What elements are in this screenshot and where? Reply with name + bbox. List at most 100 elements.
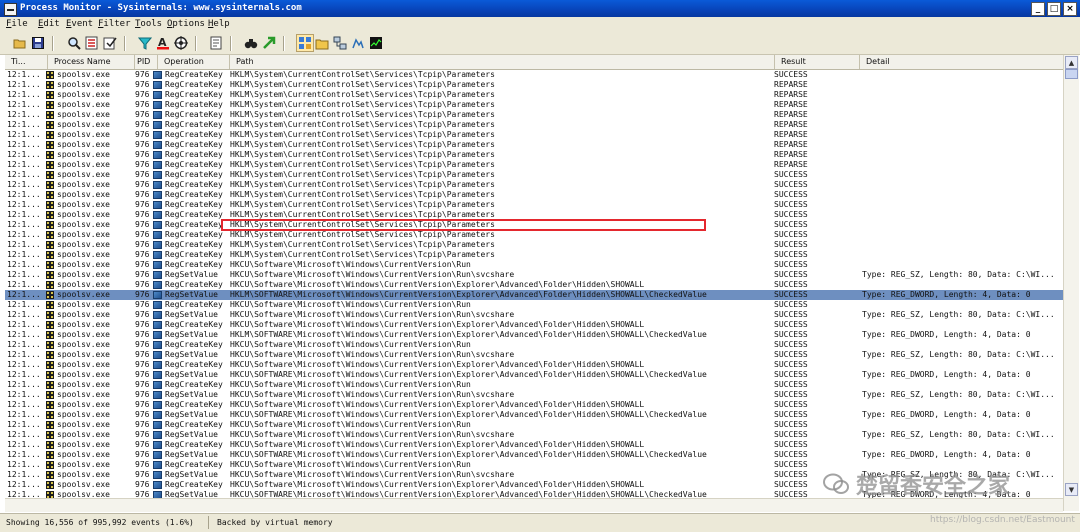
table-row[interactable]: 12:1... spoolsv.exe 976 RegCreateKey HKLM\Sy… [5,80,1063,90]
column-pid[interactable]: PID [135,55,158,69]
detail-cell: Type: REG_SZ, Length: 80, Data: C:\WI... [862,390,1055,399]
table-row[interactable]: 12:1... spoolsv.exe 976 RegCreateKey HKCU\So… [5,420,1063,430]
table-row[interactable]: 12:1... spoolsv.exe 976 RegCreateKey HKLM\Sy… [5,180,1063,190]
process-name-cell: spoolsv.exe [57,100,110,109]
horizontal-scrollbar[interactable] [5,498,1063,512]
table-row[interactable]: 12:1... spoolsv.exe 976 RegCreateKey HKCU\So… [5,300,1063,310]
clear-icon[interactable] [102,35,118,51]
process-icon [46,91,54,99]
close-button[interactable]: × [1063,2,1077,16]
column-path[interactable]: Path [230,55,775,69]
menu-help[interactable]: Help [208,19,230,29]
table-row[interactable]: 12:1... spoolsv.exe 976 RegCreateKey HKLM\Sy… [5,140,1063,150]
menu-options[interactable]: Options [167,19,205,29]
menu-filter[interactable]: Filter [98,19,131,29]
profiling-icon[interactable] [368,35,384,51]
autoscroll-icon[interactable] [84,35,100,51]
scroll-up-button[interactable]: ▲ [1065,56,1078,69]
table-row[interactable]: 12:1... spoolsv.exe 976 RegCreateKey HKLM\Sy… [5,250,1063,260]
scroll-thumb[interactable] [1065,69,1078,79]
table-row[interactable]: 12:1... spoolsv.exe 976 RegCreateKey HKCU\So… [5,320,1063,330]
column-detail[interactable]: Detail [860,55,1063,69]
column-operation[interactable]: Operation [158,55,230,69]
menu-file[interactable]: File [6,19,28,29]
save-icon[interactable] [30,35,46,51]
path-cell: HKLM\System\CurrentControlSet\Services\T… [230,230,495,239]
table-row[interactable]: 12:1... spoolsv.exe 976 RegCreateKey HKLM\Sy… [5,200,1063,210]
table-row[interactable]: 12:1... spoolsv.exe 976 RegSetValue HKCU\SOF… [5,410,1063,420]
table-row[interactable]: 12:1... spoolsv.exe 976 RegCreateKey HKCU\So… [5,440,1063,450]
path-cell: HKLM\System\CurrentControlSet\Services\T… [230,70,495,79]
table-row[interactable]: 12:1... spoolsv.exe 976 RegCreateKey HKLM\Sy… [5,120,1063,130]
registry-activity-icon[interactable] [296,34,314,52]
operation-cell: RegSetValue [165,350,218,359]
detail-cell [862,300,1062,310]
open-icon[interactable] [12,35,28,51]
table-row[interactable]: 12:1... spoolsv.exe 976 RegCreateKey HKCU\So… [5,400,1063,410]
result-cell: SUCCESS [774,250,808,259]
tree-icon[interactable] [208,35,224,51]
minimize-button[interactable]: _ [1031,2,1045,16]
operation-cell: RegCreateKey [165,460,223,469]
table-row[interactable]: 12:1... spoolsv.exe 976 RegCreateKey HKCU\So… [5,380,1063,390]
registry-key-icon [153,451,162,459]
table-row[interactable]: 12:1... spoolsv.exe 976 RegCreateKey HKLM\Sy… [5,110,1063,120]
pid-cell: 976 [135,420,149,429]
table-row[interactable]: 12:1... spoolsv.exe 976 RegCreateKey HKLM\Sy… [5,170,1063,180]
operation-cell: RegCreateKey [165,90,223,99]
column-time[interactable]: Ti... [5,55,48,69]
file-activity-icon[interactable] [314,35,330,51]
table-row[interactable]: 12:1... spoolsv.exe 976 RegSetValue HKCU\Sof… [5,270,1063,280]
column-process-name[interactable]: Process Name [48,55,135,69]
table-row[interactable]: 12:1... spoolsv.exe 976 RegCreateKey HKLM\Sy… [5,130,1063,140]
table-row[interactable]: 12:1... spoolsv.exe 976 RegCreateKey HKLM\Sy… [5,230,1063,240]
table-row[interactable]: 12:1... spoolsv.exe 976 RegCreateKey HKLM\Sy… [5,190,1063,200]
network-activity-icon[interactable] [332,35,348,51]
process-name-cell: spoolsv.exe [57,120,110,129]
table-row[interactable]: 12:1... spoolsv.exe 976 RegSetValue HKCU\Sof… [5,350,1063,360]
table-row[interactable]: 12:1... spoolsv.exe 976 RegCreateKey HKCU\So… [5,260,1063,270]
operation-cell: RegCreateKey [165,160,223,169]
find-icon[interactable] [243,35,259,51]
table-row[interactable]: 12:1... spoolsv.exe 976 RegSetValue HKCU\Sof… [5,390,1063,400]
table-row[interactable]: 12:1... spoolsv.exe 976 RegCreateKey HKLM\Sy… [5,100,1063,110]
process-name-cell: spoolsv.exe [57,450,110,459]
registry-key-icon [153,211,162,219]
table-row[interactable]: 12:1... spoolsv.exe 976 RegSetValue HKCU\Sof… [5,430,1063,440]
jump-icon[interactable] [261,35,277,51]
table-row[interactable]: 12:1... spoolsv.exe 976 RegSetValue HKCU\SOF… [5,450,1063,460]
process-name-cell: spoolsv.exe [57,230,110,239]
menu-tools[interactable]: Tools [135,19,162,29]
table-row[interactable]: 12:1... spoolsv.exe 976 RegCreateKey HKLM\Sy… [5,150,1063,160]
target-icon[interactable] [173,35,189,51]
table-row[interactable]: 12:1... spoolsv.exe 976 RegCreateKey HKLM\Sy… [5,160,1063,170]
table-row[interactable]: 12:1... spoolsv.exe 976 RegCreateKey HKCU\So… [5,340,1063,350]
table-row[interactable]: 12:1... spoolsv.exe 976 RegCreateKey HKLM\Sy… [5,70,1063,80]
menu-edit[interactable]: Edit [38,19,60,29]
process-activity-icon[interactable] [350,35,366,51]
result-cell: SUCCESS [774,280,808,289]
table-row[interactable]: 12:1... spoolsv.exe 976 RegCreateKey HKCU\So… [5,360,1063,370]
table-row[interactable]: 12:1... spoolsv.exe 976 RegSetValue HKCU\Sof… [5,310,1063,320]
operation-cell: RegCreateKey [165,170,223,179]
time-cell: 12:1... [7,450,41,459]
path-cell: HKCU\Software\Microsoft\Windows\CurrentV… [230,400,645,409]
table-row[interactable]: 12:1... spoolsv.exe 976 RegSetValue HKCU\SOF… [5,370,1063,380]
table-row[interactable]: 12:1... spoolsv.exe 976 RegSetValue HKLM\SOF… [5,290,1063,300]
scroll-down-button[interactable]: ▼ [1065,483,1078,496]
magnify-icon[interactable] [66,35,82,51]
highlight-icon[interactable]: A [155,35,171,51]
table-row[interactable]: 12:1... spoolsv.exe 976 RegCreateKey HKCU\So… [5,280,1063,290]
table-row[interactable]: 12:1... spoolsv.exe 976 RegSetValue HKLM\SOF… [5,330,1063,340]
menu-event[interactable]: Event [66,19,93,29]
filter-icon[interactable] [137,35,153,51]
registry-key-icon [153,341,162,349]
table-row[interactable]: 12:1... spoolsv.exe 976 RegCreateKey HKLM\Sy… [5,240,1063,250]
result-cell: SUCCESS [774,330,808,339]
maximize-button[interactable]: □ [1047,2,1061,16]
process-name-cell: spoolsv.exe [57,130,110,139]
column-result[interactable]: Result [775,55,860,69]
process-icon [46,251,54,259]
table-row[interactable]: 12:1... spoolsv.exe 976 RegCreateKey HKLM\Sy… [5,90,1063,100]
vertical-scrollbar[interactable]: ▲ ▼ [1063,55,1079,511]
